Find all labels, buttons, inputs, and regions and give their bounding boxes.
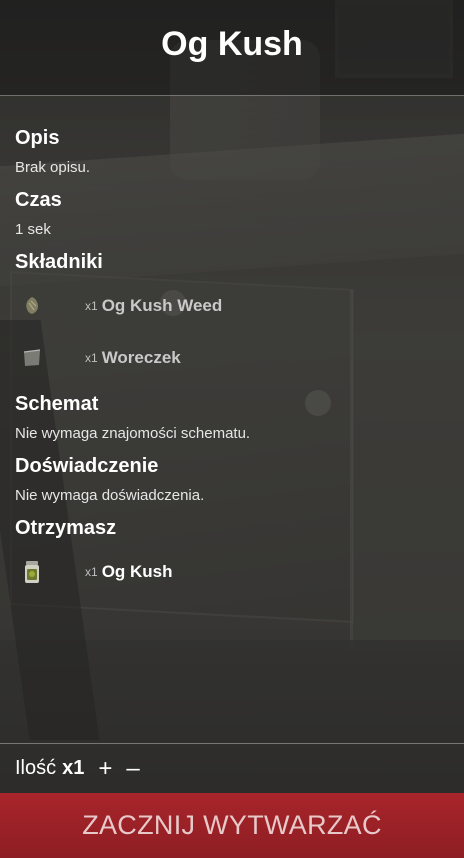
result-qty: x1 [85, 565, 98, 579]
description-heading: Opis [15, 127, 60, 149]
jar-icon [17, 557, 47, 587]
page-title: Og Kush [161, 25, 303, 63]
quantity-decrease-button[interactable]: – [126, 756, 139, 781]
title-bar: Og Kush [0, 0, 464, 96]
blueprint-heading: Schemat [15, 393, 99, 415]
ingredient-item: x1 Woreczek [15, 332, 449, 384]
crafting-panel: Og Kush Opis Brak opisu. Czas 1 sek Skła… [0, 0, 464, 858]
bag-icon [17, 343, 47, 373]
experience-text: Nie wymaga doświadczenia. [15, 487, 205, 504]
time-heading: Czas [15, 189, 62, 211]
recipe-details: Opis Brak opisu. Czas 1 sek Składniki x1… [15, 124, 449, 604]
result-list: x1 Og Kush [15, 546, 449, 598]
blueprint-text: Nie wymaga znajomości schematu. [15, 425, 251, 442]
ingredient-item: x1 Og Kush Weed [15, 280, 449, 332]
ingredients-heading: Składniki [15, 251, 103, 273]
start-crafting-button[interactable]: ZACZNIJ WYTWARZAĆ [0, 793, 464, 858]
ingredient-qty: x1 [85, 351, 98, 365]
quantity-value: x1 [62, 757, 85, 779]
quantity-bar: Ilość x1 + – [0, 743, 464, 793]
quantity-label: Ilość [15, 757, 57, 779]
result-item: x1 Og Kush [15, 546, 449, 598]
ingredients-list: x1 Og Kush Weed x1 Woreczek [15, 280, 449, 384]
time-text: 1 sek [15, 221, 51, 238]
start-crafting-label: ZACZNIJ WYTWARZAĆ [82, 810, 382, 840]
quantity-increase-button[interactable]: + [98, 756, 112, 781]
experience-heading: Doświadczenie [15, 455, 159, 477]
weed-bud-icon [17, 291, 47, 321]
description-text: Brak opisu. [15, 159, 91, 176]
ingredient-qty: x1 [85, 299, 98, 313]
ingredient-name: Woreczek [101, 348, 181, 367]
ingredient-name: Og Kush Weed [101, 296, 223, 315]
result-heading: Otrzymasz [15, 517, 117, 539]
result-name: Og Kush [101, 562, 173, 581]
